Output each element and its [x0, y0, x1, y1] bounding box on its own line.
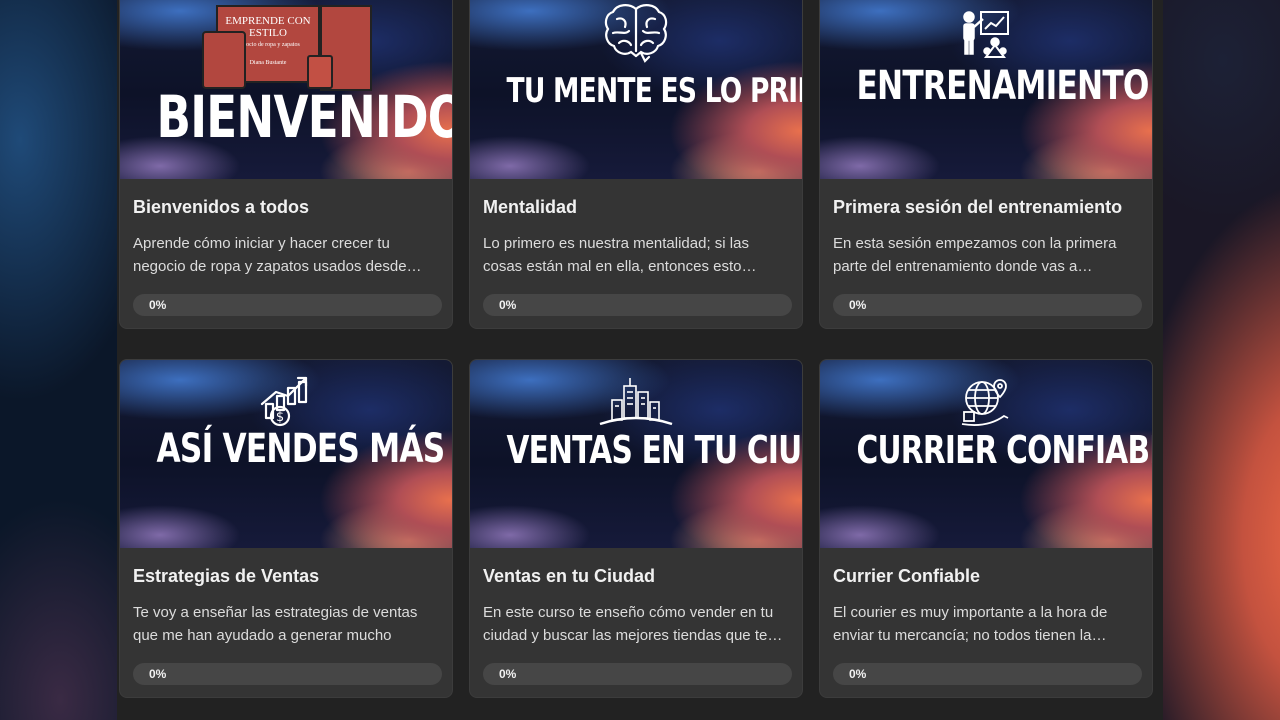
course-description: En esta sesión empezamos con la primera …	[833, 235, 1117, 275]
thumbnail-title: CURRIER CONFIABLE	[856, 428, 1152, 472]
thumbnail-title: ASÍ VENDES MÁS	[156, 426, 446, 472]
sales-growth-icon: $	[260, 376, 308, 427]
course-card-bienvenidos[interactable]: EMPRENDE CON ESTILO Negocio de ropa y za…	[119, 0, 453, 329]
presentation-icon	[963, 11, 1009, 58]
course-content-area[interactable]: EMPRENDE CON ESTILO Negocio de ropa y za…	[117, 0, 1163, 720]
thumbnail-title: TU MENTE ES LO PRIMERO	[506, 71, 802, 111]
progress-label: 0%	[499, 298, 517, 312]
progress-bar: 0%	[483, 294, 792, 316]
progress-label: 0%	[499, 667, 517, 681]
progress-bar: 0%	[133, 294, 442, 316]
course-card-mentalidad[interactable]: TU MENTE ES LO PRIMERO Mentalidad Lo pri…	[469, 0, 803, 329]
progress-label: 0%	[149, 298, 167, 312]
course-card-entrenamiento[interactable]: ENTRENAMIENTO Primera sesión del entrena…	[819, 0, 1153, 329]
progress-bar: 0%	[133, 663, 442, 685]
progress-label: 0%	[149, 667, 167, 681]
course-title[interactable]: Mentalidad	[483, 197, 789, 218]
course-thumbnail[interactable]: VENTAS EN TU CIUDAD	[470, 360, 802, 548]
course-title[interactable]: Bienvenidos a todos	[133, 197, 439, 218]
progress-bar: 0%	[833, 663, 1142, 685]
thumbnail-title: BIENVENIDOS	[156, 83, 452, 151]
brain-icon	[604, 4, 668, 63]
course-card-ciudad[interactable]: VENTAS EN TU CIUDAD Ventas en tu Ciudad …	[469, 359, 803, 698]
course-thumbnail[interactable]: EMPRENDE CON ESTILO Negocio de ropa y za…	[120, 0, 452, 179]
svg-text:$: $	[276, 410, 284, 425]
progress-label: 0%	[849, 298, 867, 312]
progress-bar: 0%	[483, 663, 792, 685]
course-card-ventas[interactable]: $ ASÍ VENDES MÁS Estrategias de Ventas T…	[119, 359, 453, 698]
course-card-currier[interactable]: CURRIER CONFIABLE Currier Confiable El c…	[819, 359, 1153, 698]
city-buildings-icon	[599, 378, 673, 426]
progress-bar: 0%	[833, 294, 1142, 316]
thumbnail-title: ENTRENAMIENTO	[856, 63, 1150, 109]
course-thumbnail[interactable]: TU MENTE ES LO PRIMERO	[470, 0, 802, 179]
course-description: Te voy a enseñar las estrategias de vent…	[133, 604, 418, 644]
course-title[interactable]: Primera sesión del entrenamiento	[833, 197, 1139, 218]
course-description: En este curso te enseño cómo vender en t…	[483, 604, 783, 644]
course-thumbnail[interactable]: $ ASÍ VENDES MÁS	[120, 360, 452, 548]
thumbnail-title: VENTAS EN TU CIUDAD	[506, 428, 802, 472]
course-grid: EMPRENDE CON ESTILO Negocio de ropa y za…	[119, 0, 1153, 698]
background-left-panel	[0, 0, 117, 720]
course-description: El courier es muy importante a la hora d…	[833, 604, 1108, 644]
course-description: Aprende cómo iniciar y hacer crecer tu n…	[133, 235, 422, 275]
course-thumbnail[interactable]: ENTRENAMIENTO	[820, 0, 1152, 179]
background-right-panel	[1163, 0, 1280, 720]
course-title[interactable]: Currier Confiable	[833, 566, 1139, 587]
globe-delivery-icon	[961, 379, 1009, 426]
progress-label: 0%	[849, 667, 867, 681]
course-title[interactable]: Ventas en tu Ciudad	[483, 566, 789, 587]
course-title[interactable]: Estrategias de Ventas	[133, 566, 439, 587]
course-thumbnail[interactable]: CURRIER CONFIABLE	[820, 360, 1152, 548]
course-description: Lo primero es nuestra mentalidad; si las…	[483, 235, 757, 275]
